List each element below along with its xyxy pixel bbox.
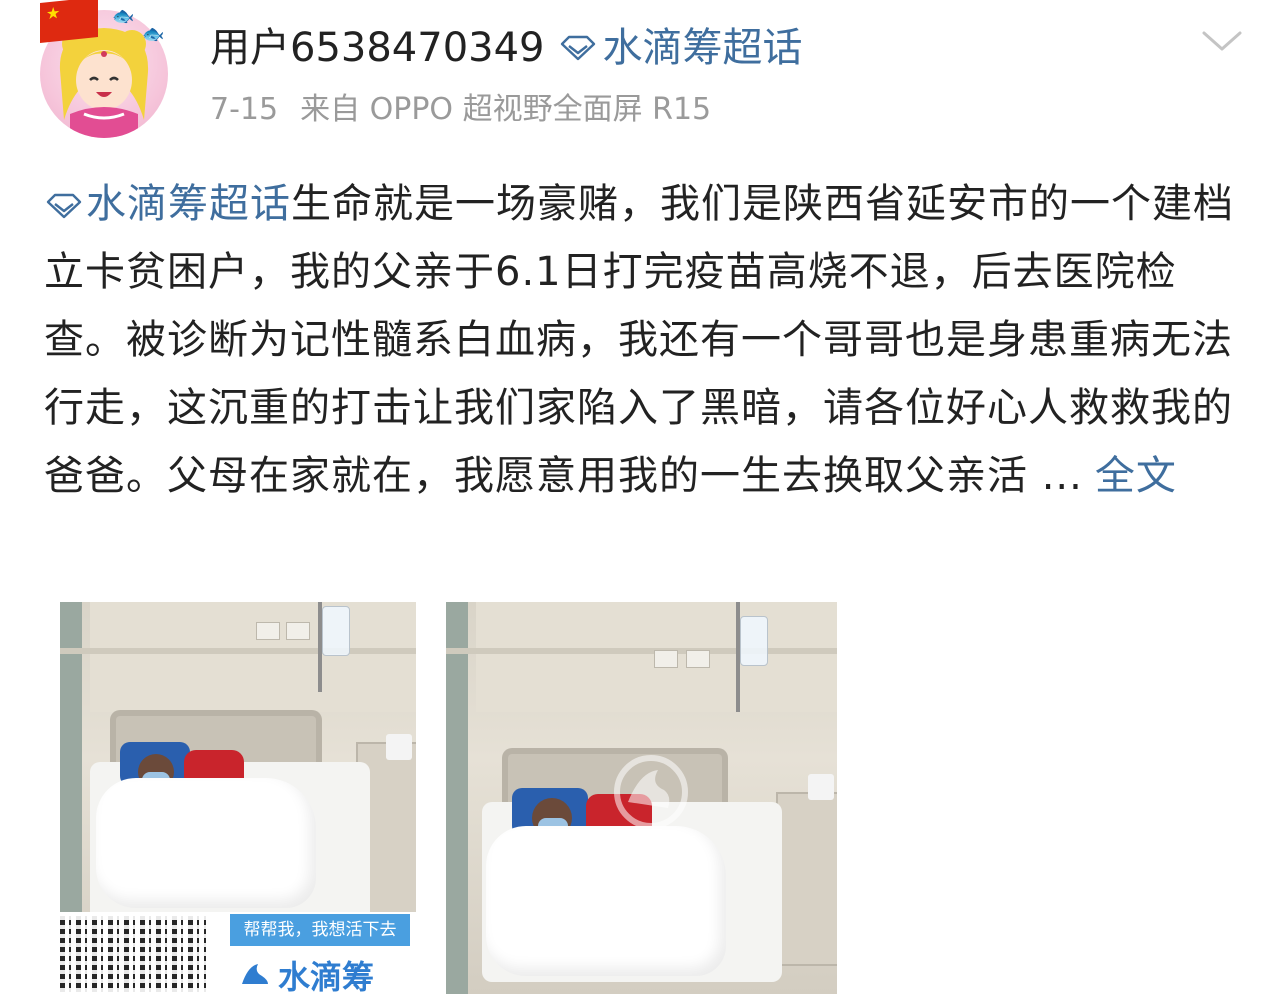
brand-text: 水滴筹	[278, 958, 375, 994]
curtain	[446, 602, 468, 994]
content-topic-link[interactable]: 水滴筹超话	[44, 181, 291, 227]
watermark-text: 水滴筹	[642, 834, 696, 855]
post-content: 水滴筹超话生命就是一场豪赌，我们是陕西省延安市的一个建档立卡贫困户，我的父亲于6…	[44, 170, 1244, 510]
diamond-icon	[560, 35, 595, 61]
blanket	[96, 778, 316, 908]
fish-decoration-icon: 🐟	[142, 24, 165, 45]
wall-socket	[654, 650, 678, 668]
wall-socket	[256, 622, 280, 640]
post-meta: 7-15 来自 OPPO 超视野全面屏 R15	[210, 90, 711, 130]
post-image-1[interactable]: 帮帮我，我想活下去 水滴筹	[60, 602, 416, 994]
star-icon: ★	[46, 2, 61, 24]
brand-logo: 水滴筹	[238, 952, 374, 994]
help-banner: 帮帮我，我想活下去	[230, 914, 410, 946]
username[interactable]: 用户6538470349	[210, 22, 545, 74]
diamond-icon	[46, 193, 82, 219]
wall-rail	[60, 648, 416, 654]
iv-bag	[322, 606, 350, 656]
post-date: 7-15	[210, 92, 279, 127]
promo-band: 帮帮我，我想活下去 水滴筹	[60, 912, 416, 994]
qr-code[interactable]	[60, 916, 206, 992]
weibo-post: ★ 🐟 🐟 用户6538470349 水滴筹超话 7-15 来自 OPPO 超视野…	[0, 0, 1280, 1005]
post-header: 用户6538470349 水滴筹超话	[210, 22, 803, 74]
china-flag-icon: ★	[40, 0, 98, 44]
watermark-logo	[614, 755, 688, 829]
post-text: 生命就是一场豪赌，我们是陕西省延安市的一个建档立卡贫困户，我的父亲于6.1日打完…	[44, 181, 1234, 499]
chevron-down-icon[interactable]	[1200, 26, 1244, 56]
wall-socket	[686, 650, 710, 668]
wall-rail	[446, 648, 837, 654]
content-topic-label: 水滴筹超话	[86, 181, 291, 227]
cups	[386, 734, 412, 760]
header-topic-label: 水滴筹超话	[602, 25, 803, 71]
cups	[808, 774, 834, 800]
post-image-2[interactable]: 水滴筹	[446, 602, 837, 994]
fish-decoration-icon: 🐟	[112, 6, 135, 27]
iv-bag	[740, 616, 768, 666]
water-drop-logo-icon	[242, 964, 268, 984]
read-more-link[interactable]: 全文	[1095, 453, 1177, 499]
header-topic-link[interactable]: 水滴筹超话	[559, 22, 803, 74]
wall-panel	[90, 602, 416, 712]
post-source: 来自 OPPO 超视野全面屏 R15	[300, 92, 712, 127]
wall-socket	[286, 622, 310, 640]
bedside-cabinet	[776, 792, 837, 966]
